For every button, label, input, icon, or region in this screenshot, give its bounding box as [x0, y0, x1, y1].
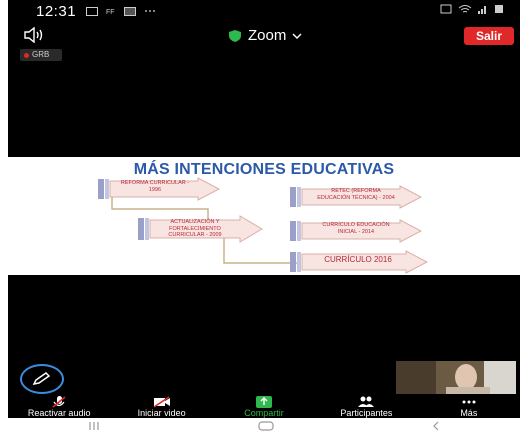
- recording-label: GRB: [32, 50, 50, 59]
- annotate-button[interactable]: [20, 364, 64, 394]
- speaker-toggle[interactable]: [24, 26, 46, 48]
- participants-button[interactable]: Participantes: [315, 396, 417, 418]
- signal-icon: [478, 6, 486, 14]
- meeting-controls: Reactivar audio Iniciar video Compartir: [8, 395, 520, 418]
- meeting-top-bar: Zoom Salir: [8, 24, 520, 50]
- timeline-box-2016: CURRÍCULO 2016: [290, 250, 428, 274]
- muted-microphone-icon: [52, 395, 66, 408]
- speaker-icon: [24, 26, 43, 44]
- shared-screen: MÁS INTENCIONES EDUCATIVAS REFORMA CURRI…: [8, 157, 520, 275]
- gallery-icon: [86, 6, 99, 16]
- system-icons: [440, 4, 504, 14]
- start-video-button[interactable]: Iniciar video: [110, 395, 212, 418]
- share-screen-button[interactable]: Compartir: [213, 395, 315, 418]
- timeline-connectors: [111, 189, 298, 264]
- timeline-box-1996: REFORMA CURRICULAR - 1996: [98, 177, 220, 201]
- status-time: 12:31: [36, 2, 77, 20]
- toolbar-label: Reactivar audio: [27, 408, 91, 418]
- recording-indicator: GRB: [20, 49, 62, 61]
- share-screen-icon: [256, 395, 273, 408]
- recent-apps-icon[interactable]: [87, 421, 101, 431]
- video-off-icon: [153, 395, 170, 408]
- battery-icon: [495, 5, 503, 13]
- leave-button[interactable]: Salir: [464, 27, 514, 45]
- alarm-icon: [440, 4, 452, 14]
- image-icon: [124, 6, 137, 16]
- more-icon: [462, 400, 476, 403]
- record-dot-icon: [24, 52, 29, 58]
- meeting-title[interactable]: Zoom: [228, 27, 302, 44]
- meeting-title-label: Zoom: [248, 27, 287, 44]
- android-nav-bar: [8, 418, 520, 434]
- status-bar: 12:31 FF: [8, 0, 520, 22]
- notification-icons: FF: [86, 6, 156, 16]
- svg-text:FF: FF: [106, 9, 115, 15]
- more-button[interactable]: Más: [418, 396, 520, 418]
- timeline-box-label: CURRÍCULO EDUCACIÓN INICIAL - 2014: [322, 222, 390, 235]
- self-video-thumbnail[interactable]: [396, 361, 516, 394]
- toolbar-label: Más: [460, 408, 478, 418]
- timeline-box-2009: ACTUALIZACIÓN Y FORTALECIMIENTO CURRICUL…: [138, 215, 263, 243]
- ff-icon: FF: [106, 9, 115, 15]
- timeline-box-label: ACTUALIZACIÓN Y FORTALECIMIENTO CURRICUL…: [168, 219, 222, 238]
- timeline-box-retec: RETEC (REFORMA EDUCACIÓN TÉCNICA) - 2004: [290, 185, 422, 209]
- wifi-icon: [458, 5, 472, 13]
- chevron-down-icon: [292, 33, 302, 39]
- timeline-box-2014: CURRÍCULO EDUCACIÓN INICIAL - 2014: [290, 219, 422, 243]
- home-icon[interactable]: [258, 421, 274, 431]
- timeline-box-label: REFORMA CURRICULAR - 1996: [120, 180, 190, 193]
- toolbar-label: Iniciar video: [137, 408, 186, 418]
- pencil-icon: [32, 372, 51, 386]
- unmute-audio-button[interactable]: Reactivar audio: [8, 395, 110, 418]
- timeline-box-label: RETEC (REFORMA EDUCACIÓN TÉCNICA) - 2004: [317, 188, 395, 201]
- timeline-box-label: CURRÍCULO 2016: [324, 255, 392, 264]
- participant-video: [396, 361, 516, 394]
- toolbar-label: Participantes: [340, 408, 393, 418]
- encryption-shield-icon: [229, 29, 241, 42]
- more-notifications-icon: [145, 10, 156, 12]
- zoom-meeting-screen: 12:31 FF Zoom Salir GRB MÁS INTENCIONES …: [8, 0, 520, 434]
- participants-icon: [358, 396, 375, 407]
- back-icon[interactable]: [431, 421, 441, 431]
- toolbar-label: Compartir: [244, 408, 284, 418]
